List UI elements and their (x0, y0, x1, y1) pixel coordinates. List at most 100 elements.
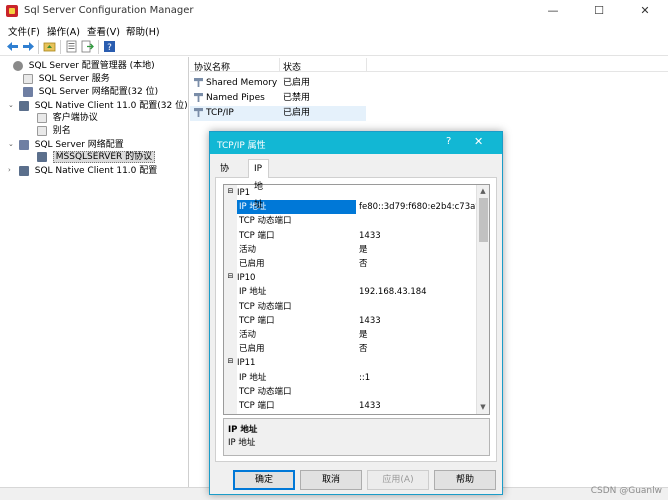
column-protocol-name[interactable]: 协议名称 (194, 60, 230, 73)
collapse-icon[interactable]: ⊟ (227, 358, 234, 366)
tree-item-services[interactable]: SQL Server 服务 (12, 73, 110, 86)
property-row[interactable]: 活动是 (224, 413, 477, 414)
description-text: IP 地址 (228, 438, 256, 448)
property-name: TCP 端口 (239, 401, 275, 411)
menu-action[interactable]: 操作(A) (47, 24, 80, 38)
tree-item-network-32[interactable]: SQL Server 网络配置(32 位) (12, 86, 158, 99)
column-divider[interactable] (366, 58, 367, 72)
vertical-scrollbar[interactable]: ▲ ▼ (476, 185, 489, 414)
grid-category[interactable]: ⊟ IP10 (224, 271, 477, 285)
property-row[interactable]: IP 地址 192.168.43.184 (224, 285, 477, 299)
property-row[interactable]: TCP 动态端口 (224, 214, 477, 228)
gear-icon (12, 60, 23, 71)
tree-item-aliases[interactable]: 别名 (26, 125, 71, 138)
export-list-icon[interactable] (81, 40, 94, 53)
up-folder-icon[interactable] (43, 40, 56, 53)
menu-help[interactable]: 帮助(H) (126, 24, 160, 38)
property-row[interactable]: IP 地址::1 (224, 371, 477, 385)
property-row[interactable]: TCP 端口 1433 (224, 229, 477, 243)
property-value[interactable]: 否 (357, 342, 477, 356)
apply-button[interactable]: 应用(A) (367, 470, 429, 490)
property-row[interactable]: 活动是 (224, 243, 477, 257)
property-row[interactable]: 活动是 (224, 328, 477, 342)
property-value[interactable]: fe80::3d79:f680:e2b4:c73a%9 (357, 200, 477, 214)
list-item-tcp-ip[interactable]: TCP/IP 已启用 (190, 106, 366, 121)
help-icon[interactable]: ? (446, 136, 451, 147)
menu-file[interactable]: 文件(F) (8, 24, 40, 38)
property-value[interactable]: 1433 (357, 314, 477, 328)
property-name: TCP 动态端口 (239, 216, 292, 227)
cancel-button[interactable]: 取消 (300, 470, 362, 490)
grid-category[interactable]: ⊟ IP11 (224, 356, 477, 370)
property-name: TCP 端口 (239, 230, 275, 241)
property-row[interactable]: TCP 动态端口 (224, 300, 477, 314)
tab-ip-addresses[interactable]: IP 地址 (248, 159, 269, 210)
property-value[interactable] (357, 214, 477, 228)
chevron-right-icon[interactable]: › (8, 164, 16, 177)
property-row[interactable]: TCP 端口 1433 (224, 314, 477, 328)
property-row[interactable]: TCP 端口 1433 (224, 399, 477, 413)
list-header: 协议名称 状态 (190, 58, 668, 73)
scroll-thumb[interactable] (479, 198, 488, 242)
property-name: 已启用 (239, 259, 265, 269)
tree-item-network[interactable]: ⌄ SQL Server 网络配置 (8, 138, 124, 151)
protocol-icon (194, 108, 203, 117)
close-button[interactable]: ✕ (622, 0, 668, 22)
chevron-down-icon[interactable]: ⌄ (8, 138, 16, 151)
property-value[interactable]: 是 (357, 328, 477, 342)
column-status[interactable]: 状态 (283, 60, 301, 73)
tree-item-native-client-32[interactable]: ⌄ SQL Native Client 11.0 配置(32 位) (8, 99, 188, 112)
network-icon (18, 139, 29, 150)
close-icon[interactable]: ✕ (474, 135, 483, 148)
scroll-up-icon[interactable]: ▲ (477, 185, 489, 197)
property-row[interactable]: 已启用 否 (224, 257, 477, 271)
tab-protocol[interactable]: 协议 (215, 161, 235, 190)
category-label: IP11 (237, 358, 256, 369)
property-name: IP 地址 (239, 287, 267, 298)
protocol-icon (36, 112, 47, 123)
tree-item-root[interactable]: SQL Server 配置管理器 (本地) (2, 60, 155, 73)
list-item-named-pipes[interactable]: Named Pipes 已禁用 (190, 91, 366, 106)
property-row[interactable]: TCP 动态端口 (224, 385, 477, 399)
dialog-title-bar[interactable]: TCP/IP 属性 ? ✕ (210, 132, 502, 154)
property-value[interactable] (357, 300, 477, 314)
property-value[interactable]: 是 (357, 413, 477, 414)
property-name: TCP 端口 (239, 315, 275, 326)
description-panel: IP 地址 IP 地址 (223, 418, 490, 456)
property-value[interactable]: 1433 (357, 399, 477, 413)
collapse-icon[interactable]: ⊟ (227, 273, 234, 281)
back-arrow-icon[interactable] (6, 40, 19, 53)
forward-arrow-icon[interactable] (22, 40, 35, 53)
scroll-down-icon[interactable]: ▼ (477, 401, 489, 413)
help-icon[interactable]: ? (103, 40, 116, 53)
list-item-shared-memory[interactable]: Shared Memory 已启用 (190, 76, 366, 91)
maximize-button[interactable]: ☐ (576, 0, 622, 22)
property-value[interactable]: 是 (357, 243, 477, 257)
alias-icon (36, 125, 47, 136)
dialog-title: TCP/IP 属性 (217, 141, 266, 151)
toolbar-separator (98, 40, 99, 54)
network-icon (22, 86, 33, 97)
property-value[interactable]: 1433 (357, 229, 477, 243)
menu-view[interactable]: 查看(V) (87, 24, 120, 38)
property-name: IP 地址 (239, 372, 267, 383)
collapse-icon[interactable]: ⊟ (227, 188, 234, 196)
property-row[interactable]: 已启用 否 (224, 342, 477, 356)
property-name: TCP 动态端口 (239, 301, 292, 312)
minimize-button[interactable]: — (530, 0, 576, 22)
property-value[interactable]: ::1 (357, 371, 477, 385)
tree-item-client-protocols[interactable]: 客户端协议 (26, 112, 98, 125)
property-value[interactable]: 否 (357, 257, 477, 271)
tcpip-properties-dialog: TCP/IP 属性 ? ✕ 协议 IP 地址 ⊟IP1IP 地址fe80::3d… (209, 131, 503, 495)
chevron-down-icon[interactable]: ⌄ (8, 99, 16, 112)
tree-item-native-client[interactable]: › SQL Native Client 11.0 配置 (8, 164, 157, 177)
help-button[interactable]: 帮助 (434, 470, 496, 490)
toolbar-separator (60, 40, 61, 54)
property-value[interactable] (357, 385, 477, 399)
properties-icon[interactable] (65, 40, 78, 53)
property-name: 已启用 (239, 344, 265, 355)
ok-button[interactable]: 确定 (233, 470, 295, 490)
tree-item-mssqlserver-protocols[interactable]: MSSQLSERVER 的协议 (26, 151, 156, 164)
property-value[interactable]: 192.168.43.184 (357, 285, 477, 299)
column-divider[interactable] (279, 58, 280, 72)
